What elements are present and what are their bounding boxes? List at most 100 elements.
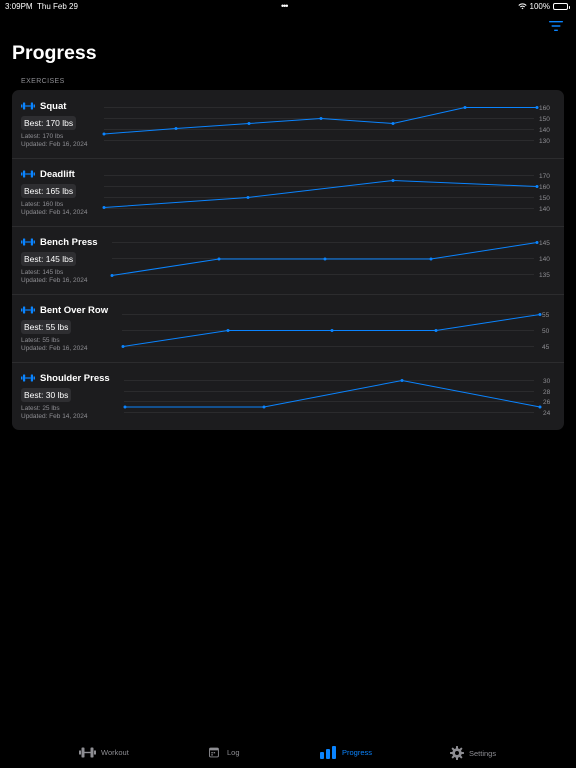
tab-workout[interactable]: Workout — [79, 746, 129, 759]
exercise-row-squat[interactable]: Squat Best: 170 lbs Latest: 170 lbs Upda… — [12, 90, 564, 158]
updated-date: Updated: Feb 14, 2024 — [21, 209, 88, 216]
status-indicators: 100% — [517, 2, 570, 11]
exercise-list: Squat Best: 170 lbs Latest: 170 lbs Upda… — [12, 90, 564, 430]
exercise-info: Deadlift Best: 165 lbs Latest: 160 lbs U… — [21, 168, 111, 217]
bar-chart-icon — [320, 746, 336, 759]
exercise-info: Shoulder Press Best: 30 lbs Latest: 25 l… — [21, 372, 111, 421]
tab-log[interactable]: Log — [209, 746, 240, 759]
battery-percent: 100% — [529, 2, 550, 11]
y-tick-label: 26 — [543, 399, 551, 406]
data-point — [330, 329, 334, 332]
exercise-name: Bench Press — [40, 236, 98, 248]
y-tick-label: 30 — [543, 378, 551, 385]
gear-icon — [450, 746, 464, 760]
tab-label: Progress — [342, 748, 373, 757]
exercise-row-bent-over-row[interactable]: Bent Over Row Best: 55 lbs Latest: 55 lb… — [12, 294, 564, 362]
updated-date: Updated: Feb 16, 2024 — [21, 345, 88, 352]
progress-line — [122, 314, 541, 347]
data-point — [174, 127, 178, 130]
y-tick-label: 145 — [539, 240, 550, 247]
latest-value: Latest: 160 lbs — [21, 201, 64, 208]
data-point — [535, 241, 539, 244]
dumbbell-icon — [21, 238, 35, 246]
data-point — [319, 117, 323, 120]
status-time: 3:09PM — [5, 2, 33, 11]
y-tick-label: 50 — [542, 328, 550, 335]
data-point — [123, 405, 127, 409]
y-tick-label: 135 — [539, 272, 550, 279]
y-tick-label: 45 — [542, 344, 550, 351]
data-point — [535, 106, 539, 109]
y-tick-label: 55 — [542, 312, 550, 319]
exercise-name: Bent Over Row — [40, 304, 109, 316]
filter-button[interactable] — [549, 20, 563, 32]
tab-settings[interactable]: Settings — [450, 746, 496, 760]
tab-label: Workout — [101, 748, 129, 757]
y-tick-label: 160 — [539, 105, 550, 112]
data-point — [226, 329, 230, 332]
data-point — [538, 405, 542, 409]
status-date: Thu Feb 29 — [37, 2, 78, 11]
progress-line — [111, 242, 538, 276]
exercise-name: Deadlift — [40, 168, 75, 180]
latest-value: Latest: 170 lbs — [21, 133, 64, 140]
y-tick-label: 28 — [543, 389, 551, 396]
status-bar: 3:09PM Thu Feb 29 ••• 100% — [0, 0, 576, 14]
data-point — [400, 379, 404, 382]
wifi-icon — [517, 3, 527, 10]
y-tick-label: 140 — [539, 206, 550, 213]
best-badge: Best: 145 lbs — [21, 252, 77, 266]
latest-value: Latest: 55 lbs — [21, 337, 60, 344]
battery-icon — [553, 3, 570, 10]
progress-line — [103, 107, 537, 135]
best-badge: Best: 55 lbs — [21, 320, 72, 334]
updated-date: Updated: Feb 16, 2024 — [21, 141, 88, 148]
data-point — [247, 122, 251, 125]
dumbbell-icon — [21, 374, 35, 382]
exercise-info: Bent Over Row Best: 55 lbs Latest: 55 lb… — [21, 304, 111, 353]
y-tick-label: 140 — [539, 127, 550, 134]
page-title: Progress — [12, 42, 97, 64]
progress-line — [103, 179, 538, 208]
best-badge: Best: 165 lbs — [21, 184, 77, 198]
dumbbell-icon — [21, 170, 35, 178]
exercise-row-deadlift[interactable]: Deadlift Best: 165 lbs Latest: 160 lbs U… — [12, 158, 564, 226]
data-point — [121, 345, 125, 348]
y-tick-label: 24 — [543, 410, 551, 417]
y-tick-label: 130 — [539, 138, 550, 145]
data-point — [246, 196, 250, 199]
dumbbell-icon — [21, 306, 35, 314]
exercise-name: Shoulder Press — [40, 372, 110, 384]
calendar-icon — [209, 747, 219, 758]
updated-date: Updated: Feb 14, 2024 — [21, 413, 88, 420]
tab-label: Log — [227, 748, 240, 757]
tab-label: Settings — [469, 748, 497, 758]
y-tick-label: 150 — [539, 195, 550, 202]
latest-value: Latest: 25 lbs — [21, 405, 60, 412]
data-point — [434, 329, 438, 332]
dumbbell-icon — [21, 102, 35, 110]
data-point — [323, 257, 327, 261]
updated-date: Updated: Feb 16, 2024 — [21, 277, 88, 284]
section-header: EXERCISES — [21, 78, 65, 85]
data-point — [463, 106, 467, 109]
data-point — [262, 405, 266, 409]
data-point — [429, 257, 433, 261]
exercise-info: Bench Press Best: 145 lbs Latest: 145 lb… — [21, 236, 111, 285]
y-tick-label: 140 — [539, 256, 550, 263]
y-tick-label: 170 — [539, 173, 550, 180]
best-badge: Best: 170 lbs — [21, 116, 77, 130]
data-point — [391, 179, 395, 182]
progress-line — [125, 379, 541, 408]
exercise-name: Squat — [40, 100, 67, 112]
multitasking-dots[interactable]: ••• — [281, 1, 289, 11]
dumbbell-icon — [79, 747, 96, 758]
exercise-row-shoulder-press[interactable]: Shoulder Press Best: 30 lbs Latest: 25 l… — [12, 362, 564, 430]
data-point — [535, 185, 539, 188]
exercise-info: Squat Best: 170 lbs Latest: 170 lbs Upda… — [21, 100, 111, 149]
y-tick-label: 150 — [539, 116, 550, 123]
exercise-row-bench-press[interactable]: Bench Press Best: 145 lbs Latest: 145 lb… — [12, 226, 564, 294]
data-point — [538, 313, 542, 316]
y-tick-label: 160 — [539, 184, 550, 191]
tab-progress[interactable]: Progress — [320, 746, 372, 759]
